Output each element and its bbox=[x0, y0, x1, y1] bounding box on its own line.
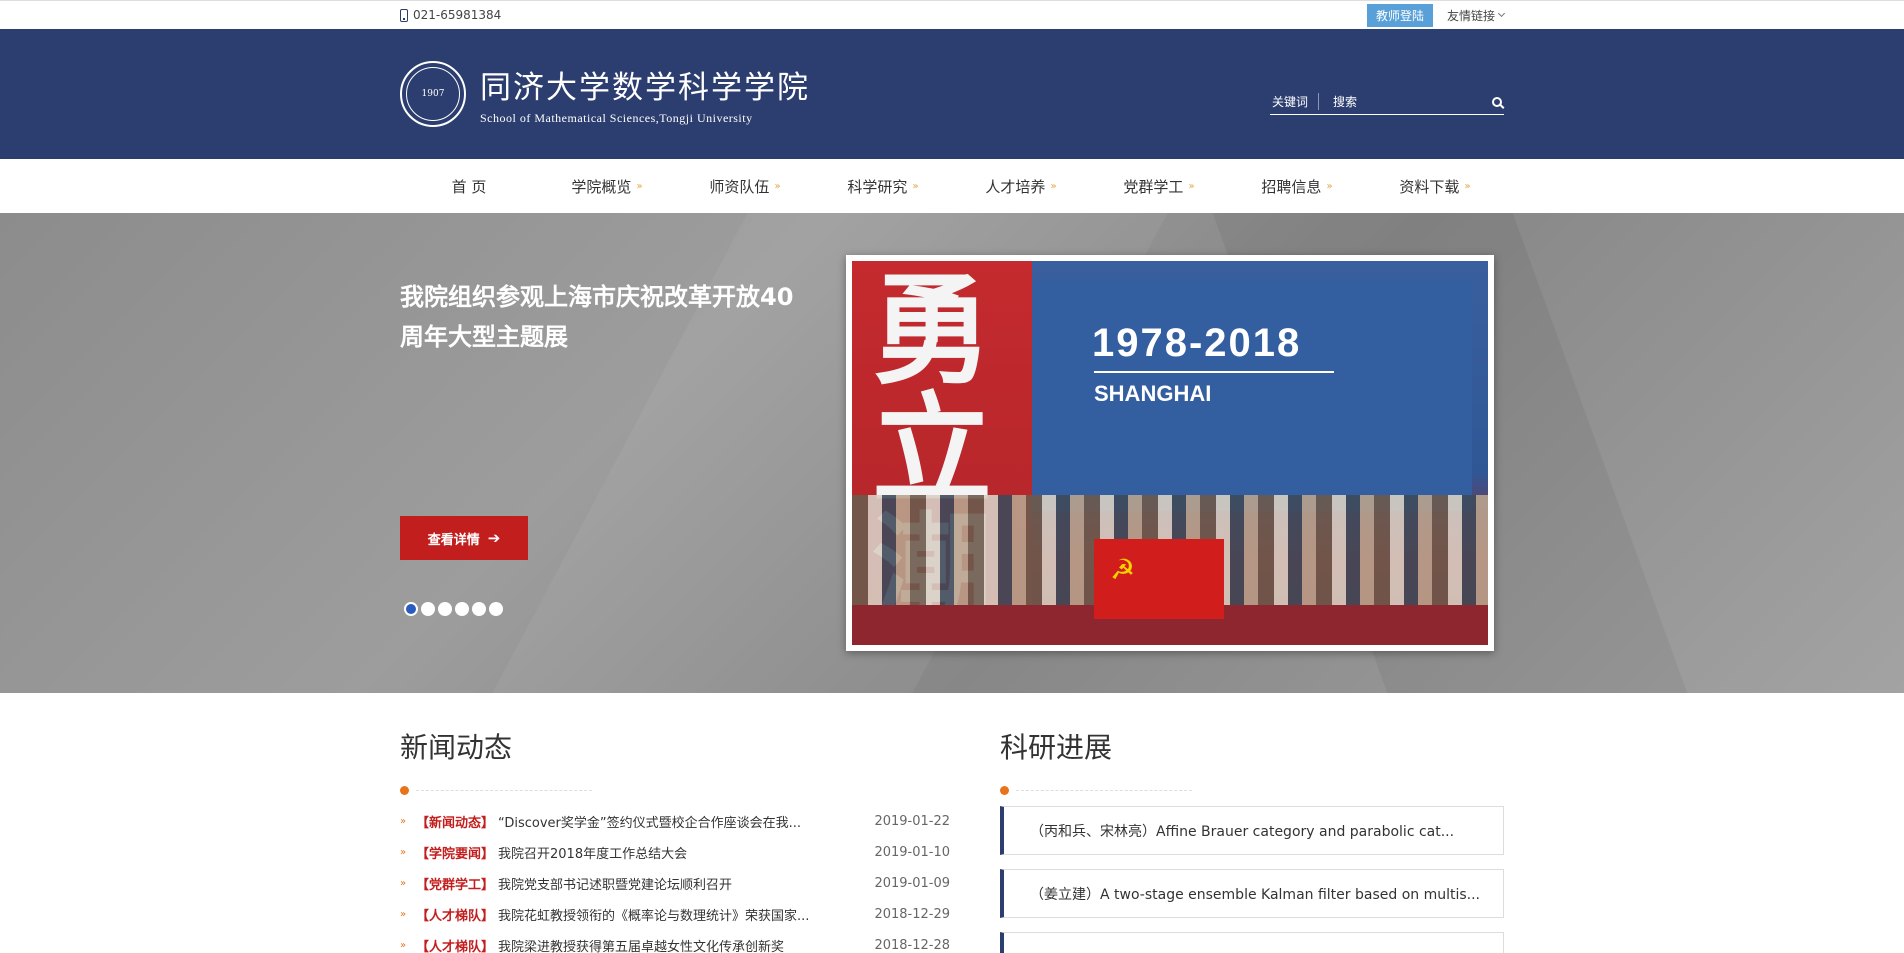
section-dot-icon bbox=[1000, 786, 1009, 795]
nav-item-label: 招聘信息 bbox=[1261, 177, 1322, 196]
research-list-item[interactable]: （丙和兵、宋林亮）Affine Brauer category and para… bbox=[1000, 806, 1504, 855]
double-chevron-right-icon: » bbox=[636, 180, 643, 192]
nav-item-label: 师资队伍 bbox=[709, 177, 770, 196]
double-chevron-right-icon: » bbox=[912, 180, 919, 192]
slider-dot-3[interactable] bbox=[438, 602, 452, 616]
search-input[interactable]: 搜索 bbox=[1333, 93, 1492, 110]
nav-item-label: 学院概览 bbox=[571, 177, 632, 196]
news-list-item[interactable]: » 【新闻动态】 “Discover奖学金”签约仪式暨校企合作座谈会在我... 201… bbox=[400, 806, 950, 837]
research-list-item[interactable]: （姜立建）A two-stage ensemble Kalman filter … bbox=[1000, 869, 1504, 918]
news-section-title[interactable]: 新闻动态 bbox=[400, 726, 950, 766]
university-seal-icon: 1907 bbox=[400, 61, 466, 127]
research-section-title[interactable]: 科研进展 bbox=[1000, 726, 1504, 766]
nav-item-2[interactable]: 师资队伍 » bbox=[676, 176, 814, 197]
nav-item-label: 首 页 bbox=[451, 177, 487, 196]
news-category[interactable]: 【人才梯队】 bbox=[416, 936, 494, 953]
site-header: 1907 同济大学数学科学学院 School of Mathematical S… bbox=[0, 29, 1904, 159]
school-name-en: School of Mathematical Sciences,Tongji U… bbox=[480, 111, 753, 125]
exhibition-photo: 勇立潮头 1978-2018 SHANGHAI ☭ bbox=[852, 261, 1488, 645]
news-date: 2018-12-28 bbox=[874, 938, 950, 953]
view-details-button[interactable]: 查看详情 ➔ bbox=[400, 516, 528, 560]
chevron-down-icon bbox=[1497, 9, 1506, 18]
search-icon[interactable] bbox=[1492, 96, 1502, 107]
nav-item-1[interactable]: 学院概览 » bbox=[538, 176, 676, 197]
phone-icon bbox=[400, 8, 408, 22]
nav-item-label: 人才培养 bbox=[985, 177, 1046, 196]
double-chevron-right-icon: » bbox=[400, 940, 407, 951]
view-details-label: 查看详情 bbox=[427, 532, 480, 548]
nav-item-label: 资料下载 bbox=[1399, 177, 1460, 196]
nav-item-3[interactable]: 科学研究 » bbox=[814, 176, 952, 197]
banner-photo[interactable]: 勇立潮头 1978-2018 SHANGHAI ☭ bbox=[846, 255, 1494, 651]
slider-dot-4[interactable] bbox=[455, 602, 469, 616]
slider-dot-5[interactable] bbox=[472, 602, 486, 616]
news-category[interactable]: 【学院要闻】 bbox=[416, 843, 494, 862]
search-bar: 关键词 搜索 bbox=[1270, 93, 1504, 115]
double-chevron-right-icon: » bbox=[400, 847, 407, 858]
nav-item-label: 科学研究 bbox=[847, 177, 908, 196]
board-year: 1978-2018 bbox=[1092, 321, 1302, 365]
news-section: 新闻动态 » 【新闻动态】 “Discover奖学金”签约仪式暨校企合作座谈会在我.… bbox=[400, 693, 950, 953]
news-date: 2019-01-10 bbox=[874, 845, 950, 860]
phone-number: 021-65981384 bbox=[413, 8, 502, 22]
main-nav: 首 页 学院概览 » 师资队伍 » 科学研究 » 人才培养 » 党群学工 » 招聘信息 » 资料下载 » bbox=[0, 159, 1904, 213]
arrow-right-icon: ➔ bbox=[487, 529, 501, 547]
double-chevron-right-icon: » bbox=[774, 180, 781, 192]
news-date: 2018-12-29 bbox=[874, 907, 950, 922]
slider-dots bbox=[404, 602, 503, 616]
nav-item-0[interactable]: 首 页 bbox=[400, 176, 538, 197]
news-category[interactable]: 【新闻动态】 bbox=[416, 812, 494, 831]
teacher-login-button[interactable]: 教师登陆 bbox=[1366, 3, 1433, 27]
news-title[interactable]: 我院梁进教授获得第五届卓越女性文化传承创新奖 bbox=[498, 936, 870, 953]
section-dot-icon bbox=[400, 786, 409, 795]
news-date: 2019-01-22 bbox=[874, 814, 950, 829]
double-chevron-right-icon: » bbox=[400, 816, 407, 827]
nav-item-6[interactable]: 招聘信息 » bbox=[1228, 176, 1366, 197]
double-chevron-right-icon: » bbox=[1050, 180, 1057, 192]
research-list-item[interactable] bbox=[1000, 932, 1504, 953]
news-list-item[interactable]: » 【学院要闻】 我院召开2018年度工作总结大会 2019-01-10 bbox=[400, 837, 950, 868]
double-chevron-right-icon: » bbox=[1188, 180, 1195, 192]
news-list-item[interactable]: » 【人才梯队】 我院花虹教授领衔的《概率论与数理统计》荣获国家... 2018-12… bbox=[400, 899, 950, 930]
nav-item-5[interactable]: 党群学工 » bbox=[1090, 176, 1228, 197]
slider-dot-6[interactable] bbox=[489, 602, 503, 616]
seal-year: 1907 bbox=[406, 67, 460, 121]
double-chevron-right-icon: » bbox=[400, 909, 407, 920]
slider-dot-2[interactable] bbox=[421, 602, 435, 616]
news-category[interactable]: 【党群学工】 bbox=[416, 874, 494, 893]
news-category[interactable]: 【人才梯队】 bbox=[416, 905, 494, 924]
double-chevron-right-icon: » bbox=[400, 878, 407, 889]
research-section: 科研进展 （丙和兵、宋林亮）Affine Brauer category and… bbox=[1000, 693, 1504, 953]
news-date: 2019-01-09 bbox=[874, 876, 950, 891]
red-flag-icon: ☭ bbox=[1094, 539, 1224, 619]
news-list-item[interactable]: » 【党群学工】 我院党支部书记述职暨党建论坛顺利召开 2019-01-09 bbox=[400, 868, 950, 899]
nav-item-7[interactable]: 资料下载 » bbox=[1366, 176, 1504, 197]
friendly-links-label: 友情链接 bbox=[1446, 8, 1495, 23]
news-title[interactable]: 我院召开2018年度工作总结大会 bbox=[498, 843, 870, 862]
nav-item-label: 党群学工 bbox=[1123, 177, 1184, 196]
search-keyword-selector[interactable]: 关键词 bbox=[1270, 93, 1320, 110]
exhibition-board: 1978-2018 SHANGHAI bbox=[1032, 281, 1472, 511]
news-title[interactable]: 我院党支部书记述职暨党建论坛顺利召开 bbox=[498, 874, 870, 893]
friendly-links-dropdown[interactable]: 友情链接 bbox=[1446, 7, 1506, 24]
news-list-item[interactable]: » 【人才梯队】 我院梁进教授获得第五届卓越女性文化传承创新奖 2018-12-28 bbox=[400, 930, 950, 953]
double-chevron-right-icon: » bbox=[1326, 180, 1333, 192]
news-title[interactable]: “Discover奖学金”签约仪式暨校企合作座谈会在我... bbox=[498, 812, 870, 831]
phone-contact: 021-65981384 bbox=[400, 8, 501, 22]
top-bar: 021-65981384 教师登陆 友情链接 bbox=[0, 0, 1904, 29]
nav-item-4[interactable]: 人才培养 » bbox=[952, 176, 1090, 197]
site-logo[interactable]: 1907 同济大学数学科学学院 School of Mathematical S… bbox=[400, 61, 810, 127]
board-city: SHANGHAI bbox=[1094, 381, 1212, 406]
news-title[interactable]: 我院花虹教授领衔的《概率论与数理统计》荣获国家... bbox=[498, 905, 870, 924]
content-area: 新闻动态 » 【新闻动态】 “Discover奖学金”签约仪式暨校企合作座谈会在我.… bbox=[0, 693, 1904, 953]
hero-banner: 我院组织参观上海市庆祝改革开放40周年大型主题展 查看详情 ➔ 勇立潮头 197… bbox=[0, 213, 1904, 693]
double-chevron-right-icon: » bbox=[1464, 180, 1471, 192]
slider-dot-1[interactable] bbox=[404, 602, 418, 616]
school-name-cn: 同济大学数学科学学院 bbox=[480, 70, 810, 106]
banner-headline[interactable]: 我院组织参观上海市庆祝改革开放40周年大型主题展 bbox=[400, 277, 810, 357]
